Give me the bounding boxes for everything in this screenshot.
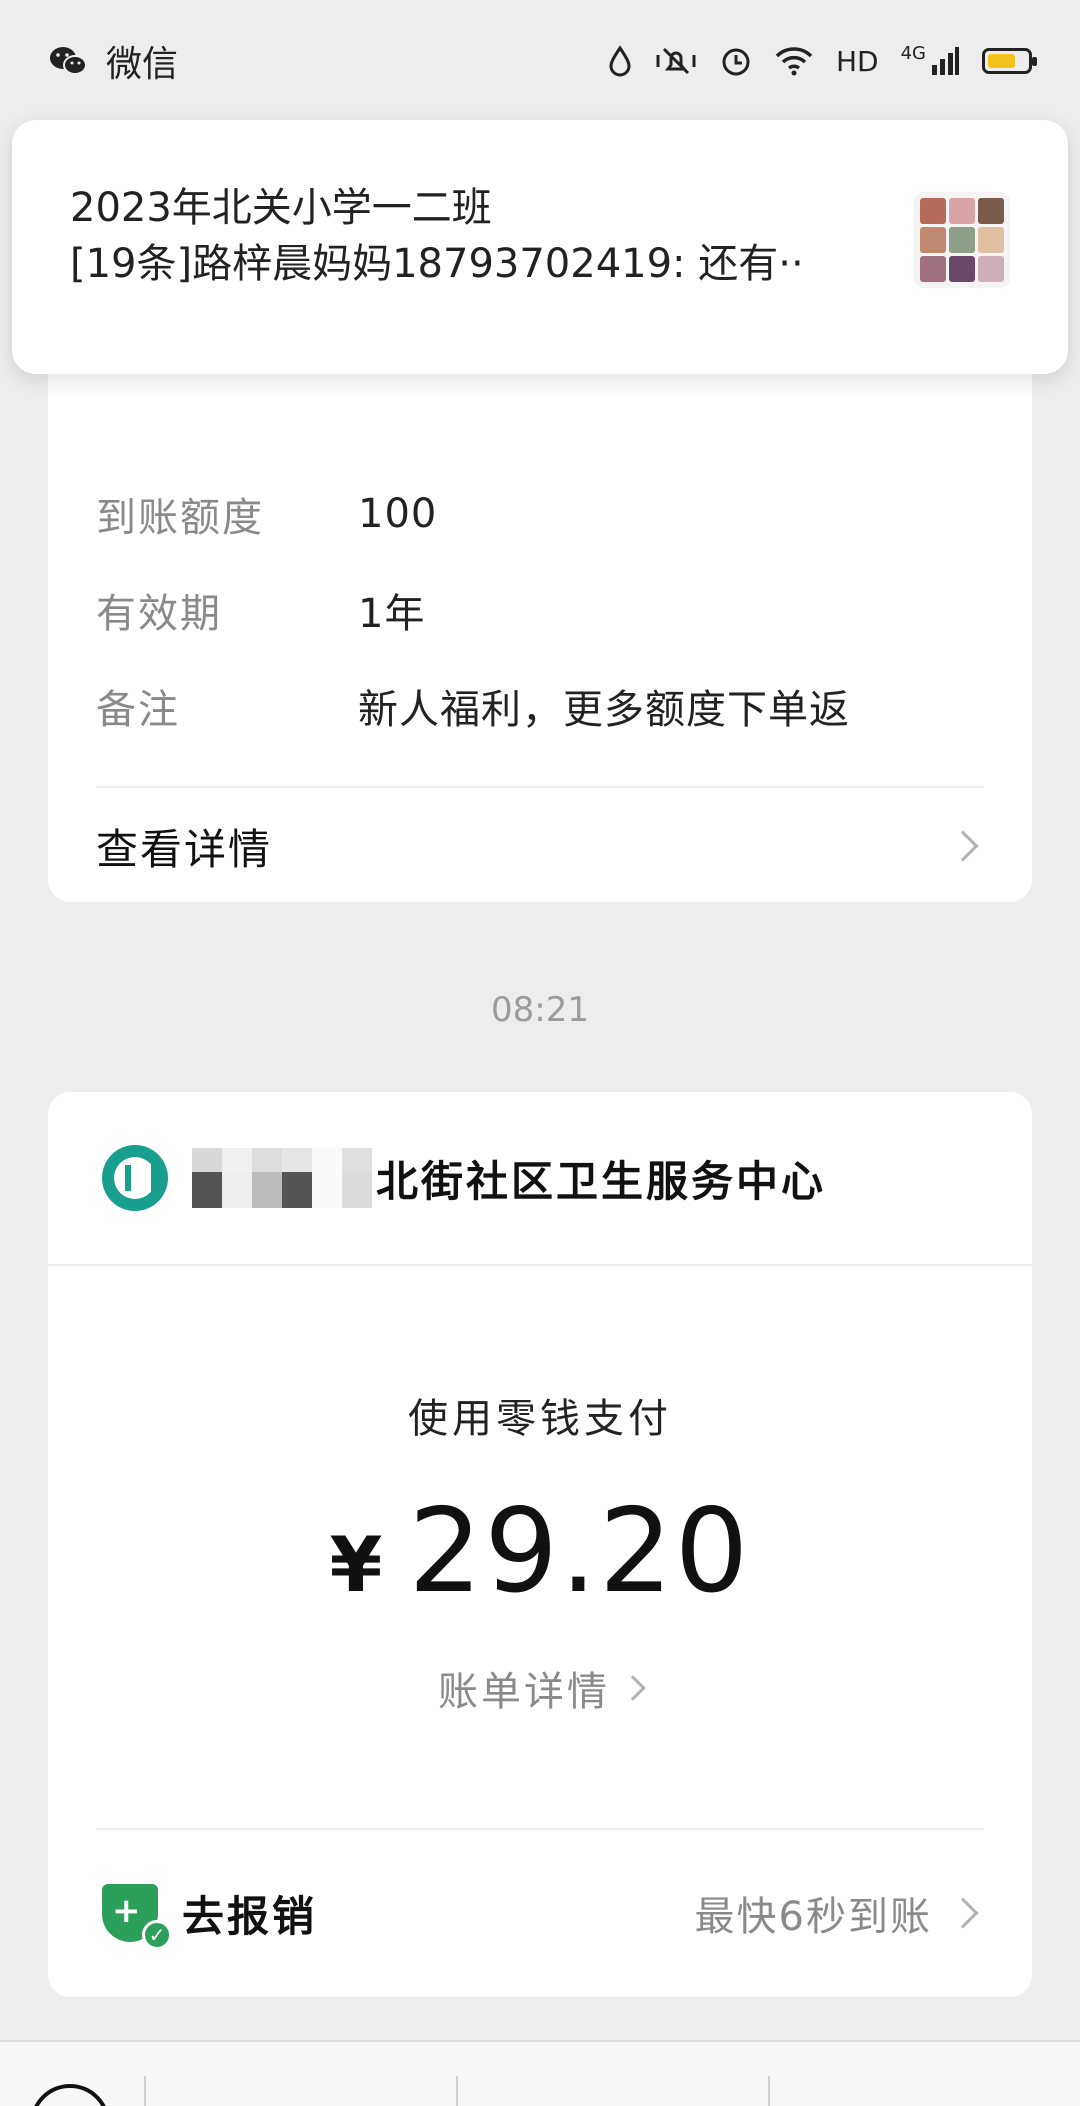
chevron-right-icon xyxy=(620,1675,646,1701)
bottom-menu-bar xyxy=(0,2040,1080,2106)
battery-icon xyxy=(982,48,1037,74)
info-value: 100 xyxy=(358,491,438,537)
wifi-icon xyxy=(775,47,813,76)
payment-amount: ¥ 29.20 xyxy=(48,1484,1032,1619)
info-label: 到账额度 xyxy=(96,495,264,541)
reimburse-right: 最快6秒到账 xyxy=(695,1884,984,1942)
wechat-icon xyxy=(50,47,87,75)
mute-vibrate-icon xyxy=(656,47,696,75)
menu-separator xyxy=(456,2076,458,2106)
status-left: 微信 xyxy=(48,35,178,87)
reimburse-left: + ✓ 去报销 xyxy=(102,1883,318,1950)
bank-logo-icon xyxy=(102,1145,168,1211)
info-row-validity: 有效期 1年 xyxy=(96,562,984,658)
notification-banner[interactable]: 2023年北关小学一二班 [19条]路梓晨妈妈18793702419: 还有·· xyxy=(12,120,1068,374)
chevron-right-icon xyxy=(947,830,979,862)
reimburse-hint: 最快6秒到账 xyxy=(694,1894,932,1940)
merchant-name: 北街社区卫生服务中心 xyxy=(376,1156,827,1206)
payment-card[interactable]: 北街社区卫生服务中心 使用零钱支付 ¥ 29.20 账单详情 + ✓ 去报销 最… xyxy=(48,1092,1032,1997)
reimburse-row[interactable]: + ✓ 去报销 最快6秒到账 xyxy=(102,1830,984,1996)
info-value: 1年 xyxy=(358,591,426,637)
reimburse-label: 去报销 xyxy=(182,1891,318,1941)
chevron-right-icon xyxy=(947,1897,979,1929)
info-row-amount: 到账额度 100 xyxy=(96,466,984,562)
signal-4g-label: 4G xyxy=(900,42,926,64)
info-value: 新人福利，更多额度下单返 xyxy=(358,687,850,733)
message-timestamp: 08:21 xyxy=(491,990,589,1030)
currency-symbol: ¥ xyxy=(329,1520,383,1609)
menu-separator xyxy=(144,2076,146,2106)
coupon-card: 到账额度 100 有效期 1年 备注 新人福利，更多额度下单返 查看详情 xyxy=(48,330,1032,902)
status-icons: HD 4G xyxy=(608,42,1037,78)
view-details-link[interactable]: 查看详情 xyxy=(96,788,984,904)
bill-details-link[interactable]: 账单详情 xyxy=(48,1659,1032,1717)
alarm-icon xyxy=(722,48,750,76)
pay-method-label: 使用零钱支付 xyxy=(408,1396,672,1442)
view-details-label: 查看详情 xyxy=(96,824,273,874)
info-label: 备注 xyxy=(96,687,180,733)
merchant-header[interactable]: 北街社区卫生服务中心 xyxy=(48,1092,1032,1264)
status-bar: 微信 HD 4G xyxy=(0,0,1080,122)
bill-details-label: 账单详情 xyxy=(438,1669,610,1715)
info-label: 有效期 xyxy=(96,591,222,637)
info-row-note: 备注 新人福利，更多额度下单返 xyxy=(96,658,984,754)
notification-title: 2023年北关小学一二班 xyxy=(70,185,492,231)
menu-separator xyxy=(768,2076,770,2106)
group-avatar xyxy=(914,192,1010,288)
drop-icon xyxy=(609,45,631,77)
medical-shield-icon: + ✓ xyxy=(102,1884,172,1950)
hd-indicator: HD xyxy=(835,44,879,78)
divider xyxy=(48,1264,1032,1266)
pixelated-redaction xyxy=(192,1148,372,1208)
amount-value: 29.20 xyxy=(408,1484,751,1619)
signal-icon xyxy=(932,47,959,75)
keyboard-toggle-icon[interactable] xyxy=(30,2084,110,2106)
notification-message: [19条]路梓晨妈妈18793702419: 还有·· xyxy=(70,241,804,287)
status-app-name: 微信 xyxy=(106,44,179,85)
